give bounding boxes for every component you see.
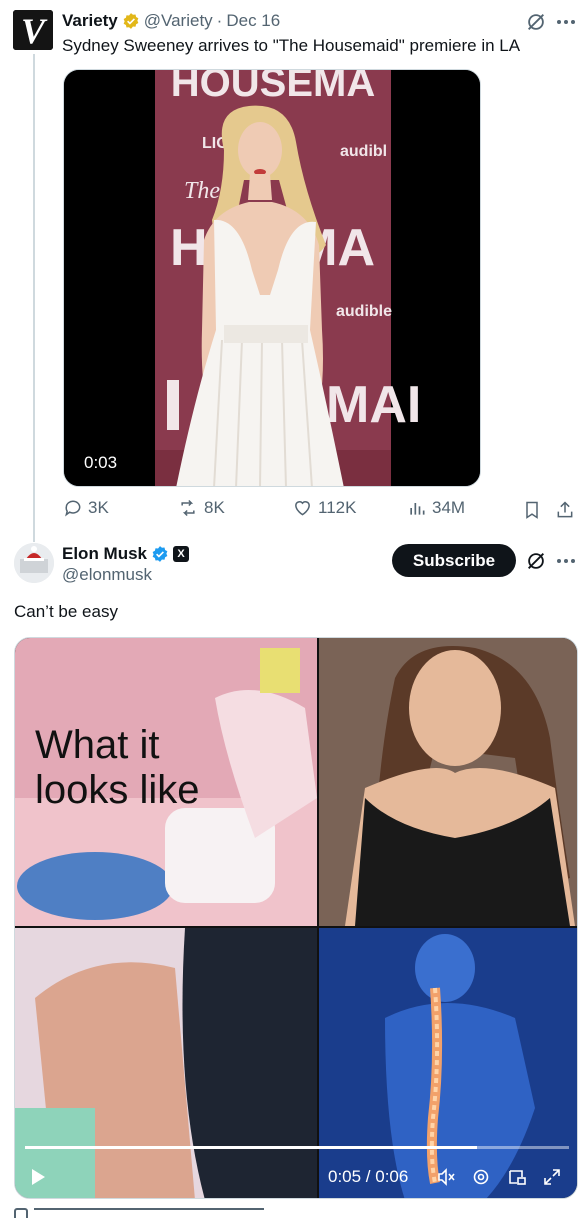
grok-icon[interactable] [525, 11, 547, 33]
main-tweet-header: Elon Musk X [62, 544, 190, 564]
backdrop-the: The [184, 178, 220, 204]
like-icon [292, 498, 313, 518]
handle[interactable]: @elonmusk [62, 565, 152, 585]
verified-blue-badge-icon [151, 545, 169, 563]
subscribe-button[interactable]: Subscribe [392, 544, 516, 577]
settings-icon[interactable] [472, 1168, 490, 1186]
caption-line-1: What it [35, 723, 159, 767]
repost-icon [177, 498, 199, 518]
more-icon[interactable] [555, 12, 577, 32]
premiere-photo: HOUSEMA LIO audibl The H MA audible MAI [64, 70, 480, 486]
bookmark-icon[interactable] [522, 500, 542, 520]
variety-avatar[interactable]: V [13, 10, 53, 50]
caption-line-2: looks like [35, 768, 200, 812]
main-video[interactable]: What it looks like 0:05 / 0:06 [14, 637, 578, 1199]
views-count: 34M [432, 498, 466, 517]
tweet-date[interactable]: Dec 16 [226, 11, 280, 31]
play-icon[interactable] [29, 1168, 47, 1186]
reply-icon [63, 498, 83, 518]
separator: · [216, 11, 223, 30]
quoted-video[interactable]: HOUSEMA LIO audibl The H MA audible MAI … [63, 69, 481, 487]
reply-count: 3K [88, 498, 109, 517]
views-button[interactable]: 34M [407, 498, 465, 518]
views-icon [407, 498, 427, 518]
reply-button[interactable]: 3K [63, 498, 109, 518]
avatar-letter: V [21, 11, 48, 50]
video-timestamp: 0:03 [76, 450, 126, 476]
like-button[interactable]: 112K [292, 498, 356, 518]
share-icon[interactable] [555, 500, 575, 520]
video-time: 0:05 / 0:06 [328, 1167, 409, 1186]
affiliate-x-badge[interactable]: X [173, 546, 190, 562]
display-name[interactable]: Elon Musk [62, 544, 147, 564]
repost-count: 8K [204, 498, 225, 517]
quoted-tweet-text: Sydney Sweeney arrives to "The Housemaid… [62, 36, 521, 55]
thread-line [33, 54, 35, 542]
handle[interactable]: @Variety [144, 11, 213, 31]
backdrop-title-bottom: MAI [326, 376, 421, 434]
progress-fill [25, 1146, 477, 1149]
grok-icon[interactable] [525, 550, 547, 572]
like-count: 112K [318, 498, 357, 517]
repost-button[interactable]: 8K [177, 498, 225, 518]
backdrop-title-top: HOUSEMA [171, 70, 375, 105]
fullscreen-icon[interactable] [543, 1168, 561, 1186]
elon-avatar[interactable] [14, 543, 54, 583]
display-name[interactable]: Variety [62, 11, 118, 31]
quoted-tweet-header: Variety @Variety · Dec 16 [62, 11, 280, 31]
verified-gold-badge-icon [122, 12, 140, 30]
more-icon[interactable] [555, 551, 577, 571]
backdrop-audible: audibl [340, 143, 387, 160]
backdrop-audible-2: audible [336, 303, 392, 320]
mute-icon[interactable] [437, 1168, 457, 1186]
pip-icon[interactable] [508, 1168, 526, 1186]
meme-collage: What it looks like [15, 638, 577, 1198]
main-tweet-text: Can’t be easy [14, 602, 118, 621]
next-content-clipped [14, 1208, 274, 1218]
